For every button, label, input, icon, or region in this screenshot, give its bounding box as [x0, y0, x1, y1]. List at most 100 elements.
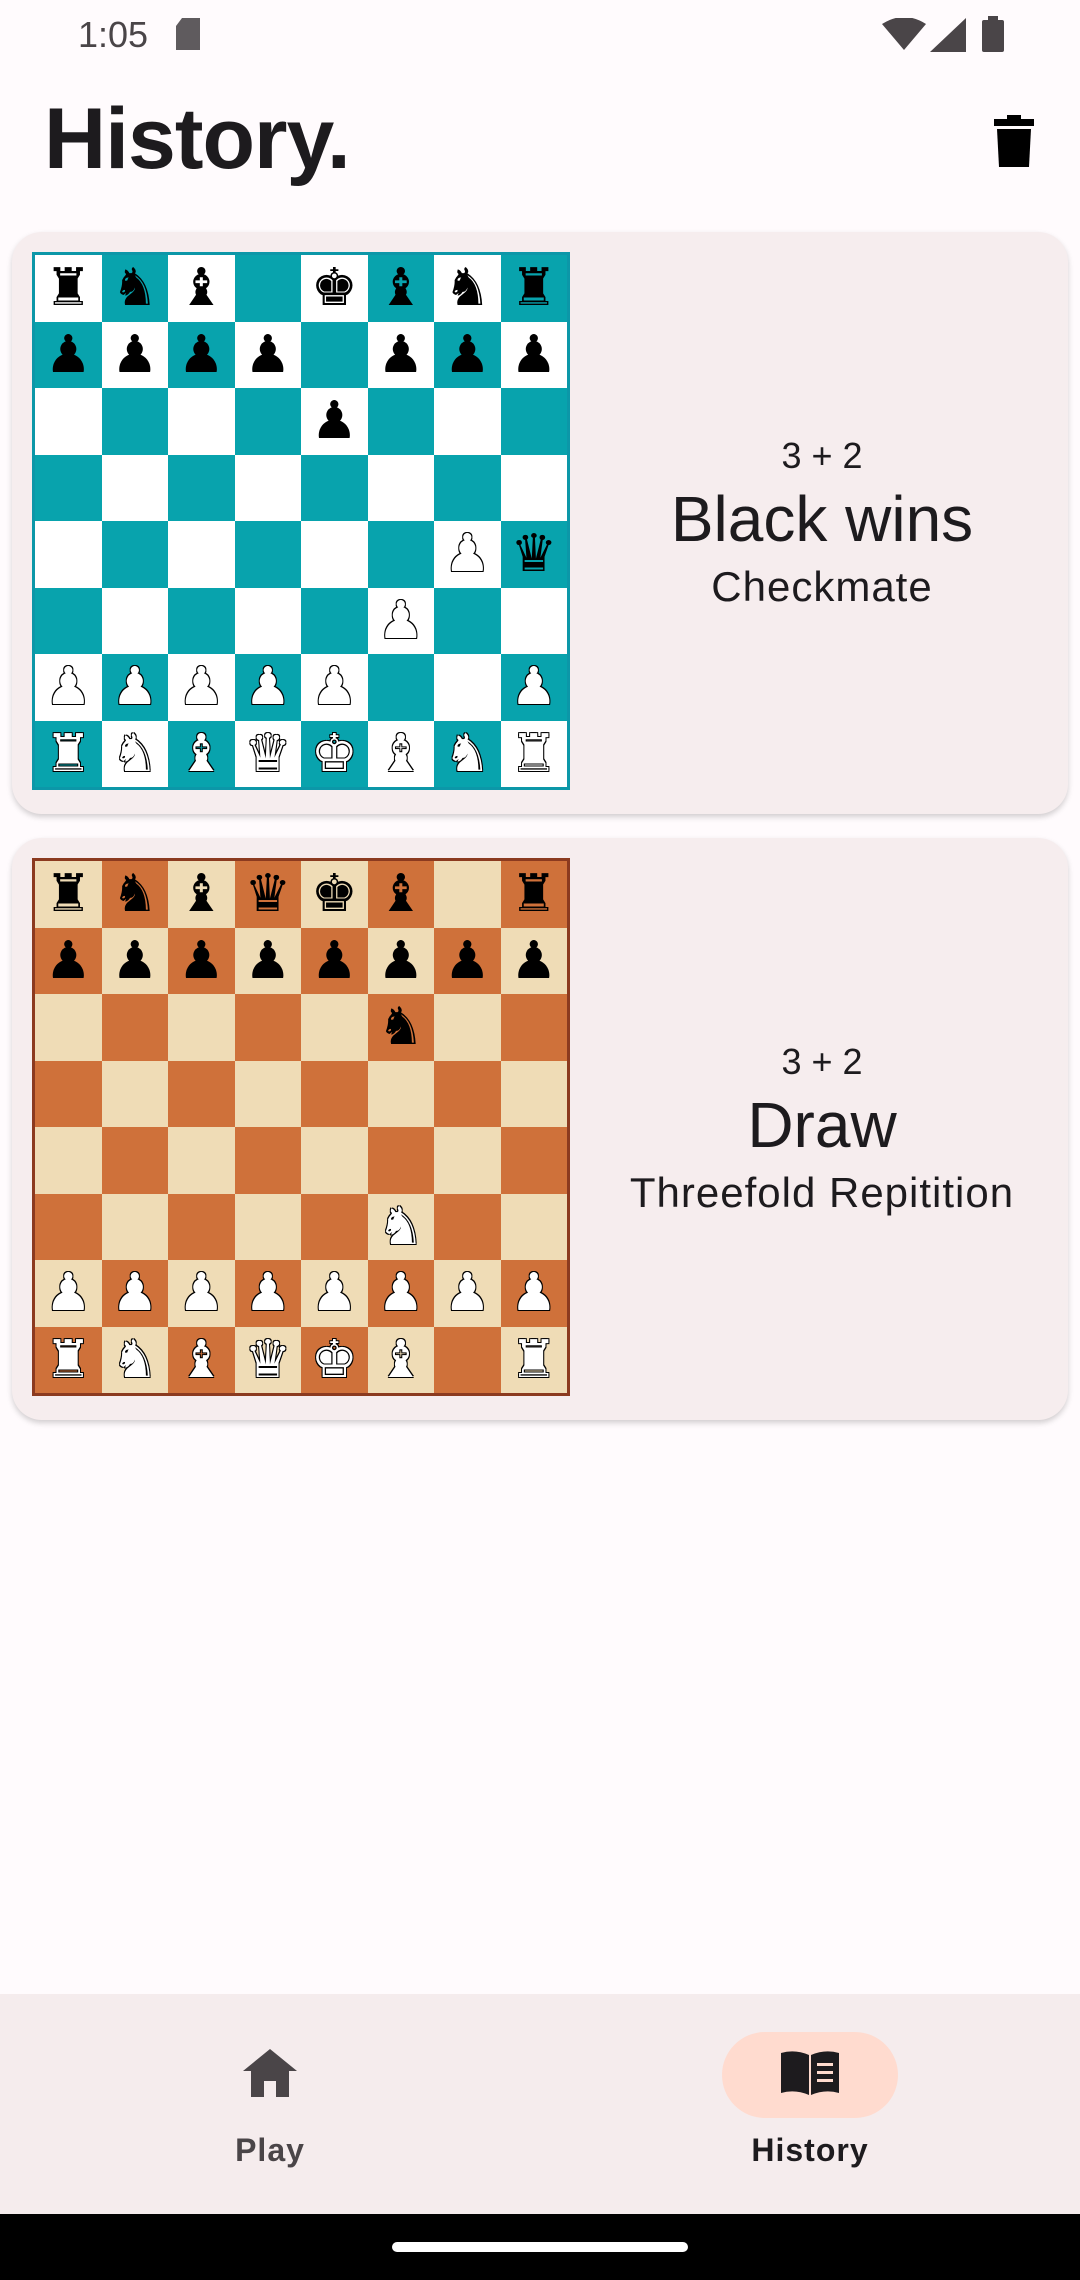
board-square: ♞: [434, 255, 501, 322]
board-square: [500, 1193, 567, 1260]
board-square: [367, 521, 434, 588]
board-square: [301, 1127, 368, 1194]
board-square: [35, 1193, 102, 1260]
black-pawn-icon: ♟: [111, 324, 159, 385]
board-square: ♞: [101, 1326, 168, 1393]
board-square: [168, 1193, 235, 1260]
board-square: ♞: [434, 720, 501, 787]
board-square: ♟: [101, 1260, 168, 1327]
board-square: [234, 994, 301, 1061]
white-bishop-icon: ♝: [377, 723, 425, 784]
result-reason: Threefold Repitition: [629, 1168, 1015, 1216]
board-square: [367, 654, 434, 721]
board-square: [168, 521, 235, 588]
black-king-icon: ♚: [310, 258, 358, 319]
board-square: ♟: [434, 521, 501, 588]
board-square: [101, 994, 168, 1061]
delete-history-button[interactable]: [984, 108, 1044, 178]
board-square: [434, 654, 501, 721]
board-square: ♝: [367, 255, 434, 322]
board-square: ♝: [367, 861, 434, 928]
board-square: ♞: [367, 1193, 434, 1260]
board-square: [35, 454, 102, 521]
board-square: ♟: [168, 927, 235, 994]
board-square: [35, 994, 102, 1061]
game-card[interactable]: ♜ ♞ ♝ ♛ ♚ ♝ ♜ ♟ ♟ ♟ ♟ ♟ ♟ ♟ ♟ ♞ ♞ ♟ ♟ ♟ ♟ ♟ ♟ ♟ ♟ ♜ ♞ ♝ ♛ ♚ ♝ ♜ 3 + 2 D…: [12, 838, 1068, 1420]
nav-pill: [182, 2032, 358, 2118]
board-square: [434, 388, 501, 455]
board-square: ♟: [500, 321, 567, 388]
book-icon: [779, 2049, 841, 2102]
game-card[interactable]: ♜ ♞ ♝ ♚ ♝ ♞ ♜ ♟ ♟ ♟ ♟ ♟ ♟ ♟ ♟ ♟ ♛ ♟ ♟ ♟ ♟ ♟ ♟ ♟ ♜ ♞ ♝ ♛ ♚ ♝ ♞ ♜ 3 + 2 B…: [12, 232, 1068, 814]
white-pawn-icon: ♟: [111, 657, 159, 718]
white-pawn-icon: ♟: [377, 1263, 425, 1324]
black-pawn-icon: ♟: [310, 930, 358, 991]
signal-icon: [930, 18, 966, 57]
board-square: ♞: [367, 994, 434, 1061]
result-reason: Checkmate: [711, 562, 933, 610]
board-square: [35, 1060, 102, 1127]
board-square: [301, 454, 368, 521]
board-square: ♟: [301, 927, 368, 994]
white-bishop-icon: ♝: [377, 1329, 425, 1390]
home-icon: [243, 2048, 297, 2102]
board-square: [234, 454, 301, 521]
board-square: [500, 454, 567, 521]
white-knight-icon: ♞: [377, 1196, 425, 1257]
board-square: ♝: [367, 720, 434, 787]
black-knight-icon: ♞: [377, 997, 425, 1058]
white-bishop-icon: ♝: [177, 723, 225, 784]
black-bishop-icon: ♝: [377, 258, 425, 319]
board-square: ♟: [500, 654, 567, 721]
board-square: ♜: [500, 861, 567, 928]
board-square: ♟: [168, 321, 235, 388]
board-square: ♟: [35, 927, 102, 994]
white-rook-icon: ♜: [510, 723, 558, 784]
white-rook-icon: ♜: [510, 1329, 558, 1390]
board-square: ♚: [301, 255, 368, 322]
nav-item-play[interactable]: Play: [120, 1994, 420, 2214]
board-square: [301, 994, 368, 1061]
white-pawn-icon: ♟: [44, 657, 92, 718]
black-queen-icon: ♛: [510, 524, 558, 585]
board-square: [168, 454, 235, 521]
black-bishop-icon: ♝: [177, 864, 225, 925]
sd-card-icon: [174, 18, 202, 55]
black-pawn-icon: ♟: [44, 930, 92, 991]
white-king-icon: ♚: [310, 723, 358, 784]
board-square: ♟: [168, 1260, 235, 1327]
black-knight-icon: ♞: [111, 864, 159, 925]
home-gesture-handle[interactable]: [392, 2242, 688, 2252]
black-pawn-icon: ♟: [244, 324, 292, 385]
nav-pill-active: [722, 2032, 898, 2118]
board-square: ♟: [367, 321, 434, 388]
board-square: [35, 388, 102, 455]
nav-item-history[interactable]: History: [660, 1994, 960, 2214]
board-square: ♟: [101, 927, 168, 994]
board-square: ♟: [35, 1260, 102, 1327]
board-square: ♞: [101, 720, 168, 787]
board-square: [234, 255, 301, 322]
black-knight-icon: ♞: [111, 258, 159, 319]
nav-label: History: [751, 2132, 869, 2168]
board-square: ♝: [168, 720, 235, 787]
board-square: ♟: [500, 1260, 567, 1327]
white-pawn-icon: ♟: [443, 524, 491, 585]
board-square: [367, 1060, 434, 1127]
board-square: [500, 1060, 567, 1127]
board-square: [234, 521, 301, 588]
white-queen-icon: ♛: [244, 723, 292, 784]
board-square: ♟: [367, 1260, 434, 1327]
board-square: ♜: [35, 1326, 102, 1393]
white-pawn-icon: ♟: [510, 657, 558, 718]
status-bar: 1:05: [0, 0, 1080, 70]
white-pawn-icon: ♟: [111, 1263, 159, 1324]
bottom-navigation: Play History: [0, 1994, 1080, 2214]
board-square: ♟: [367, 587, 434, 654]
white-pawn-icon: ♟: [310, 1263, 358, 1324]
board-square: [168, 1127, 235, 1194]
board-square: [35, 521, 102, 588]
board-square: ♚: [301, 720, 368, 787]
board-square: [101, 521, 168, 588]
chess-board: ♜ ♞ ♝ ♛ ♚ ♝ ♜ ♟ ♟ ♟ ♟ ♟ ♟ ♟ ♟ ♞ ♞ ♟ ♟ ♟ ♟ ♟ ♟ ♟ ♟ ♜ ♞ ♝ ♛ ♚ ♝ ♜: [32, 858, 570, 1396]
